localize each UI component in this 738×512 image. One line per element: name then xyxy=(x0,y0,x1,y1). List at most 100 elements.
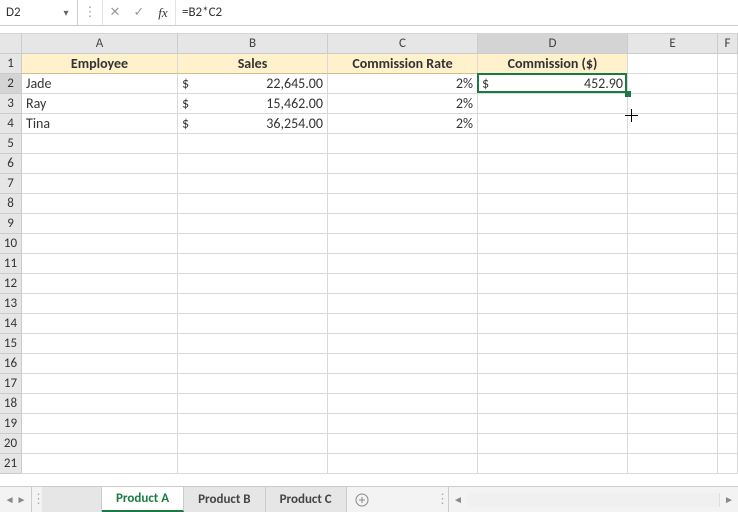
cell-F16[interactable] xyxy=(718,354,738,374)
cell-F9[interactable] xyxy=(718,214,738,234)
cell-E17[interactable] xyxy=(628,374,718,394)
cell-C8[interactable] xyxy=(328,194,478,214)
column-header-B[interactable]: B xyxy=(178,34,328,54)
cell-F21[interactable] xyxy=(718,454,738,474)
cell-C6[interactable] xyxy=(328,154,478,174)
accept-formula-icon[interactable]: ✓ xyxy=(127,0,151,25)
cell-B17[interactable] xyxy=(178,374,328,394)
row-header-15[interactable]: 15 xyxy=(0,334,22,354)
cell-C21[interactable] xyxy=(328,454,478,474)
cell-A13[interactable] xyxy=(22,294,178,314)
cell-D12[interactable] xyxy=(478,274,628,294)
cell-C1[interactable]: Commission Rate xyxy=(328,54,478,74)
cell-F10[interactable] xyxy=(718,234,738,254)
cell-A20[interactable] xyxy=(22,434,178,454)
cell-A7[interactable] xyxy=(22,174,178,194)
cell-D10[interactable] xyxy=(478,234,628,254)
cell-A19[interactable] xyxy=(22,414,178,434)
row-header-20[interactable]: 20 xyxy=(0,434,22,454)
cell-C20[interactable] xyxy=(328,434,478,454)
add-sheet-button[interactable] xyxy=(347,487,377,512)
cell-D17[interactable] xyxy=(478,374,628,394)
cell-F18[interactable] xyxy=(718,394,738,414)
row-header-3[interactable]: 3 xyxy=(0,94,22,114)
name-box[interactable]: D2 ▾ xyxy=(0,0,78,25)
cell-E15[interactable] xyxy=(628,334,718,354)
cell-C12[interactable] xyxy=(328,274,478,294)
cell-B15[interactable] xyxy=(178,334,328,354)
cell-C3[interactable]: 2% xyxy=(328,94,478,114)
cell-C2[interactable]: 2% xyxy=(328,74,478,94)
cell-A8[interactable] xyxy=(22,194,178,214)
cell-E16[interactable] xyxy=(628,354,718,374)
cell-D20[interactable] xyxy=(478,434,628,454)
cell-D3[interactable] xyxy=(478,94,628,114)
cell-B9[interactable] xyxy=(178,214,328,234)
row-header-1[interactable]: 1 xyxy=(0,54,22,74)
cell-F14[interactable] xyxy=(718,314,738,334)
cell-C4[interactable]: 2% xyxy=(328,114,478,134)
cell-E11[interactable] xyxy=(628,254,718,274)
cancel-formula-icon[interactable]: ✕ xyxy=(103,0,127,25)
cell-A16[interactable] xyxy=(22,354,178,374)
cell-E2[interactable] xyxy=(628,74,718,94)
cell-D9[interactable] xyxy=(478,214,628,234)
cell-A6[interactable] xyxy=(22,154,178,174)
row-header-18[interactable]: 18 xyxy=(0,394,22,414)
cell-F6[interactable] xyxy=(718,154,738,174)
formula-input[interactable]: =B2*C2 xyxy=(176,0,738,25)
cell-D16[interactable] xyxy=(478,354,628,374)
cell-D13[interactable] xyxy=(478,294,628,314)
cell-F5[interactable] xyxy=(718,134,738,154)
cell-B16[interactable] xyxy=(178,354,328,374)
row-header-14[interactable]: 14 xyxy=(0,314,22,334)
cell-F1[interactable] xyxy=(718,54,738,74)
cell-E21[interactable] xyxy=(628,454,718,474)
cell-A12[interactable] xyxy=(22,274,178,294)
name-box-dropdown-icon[interactable]: ▾ xyxy=(59,6,73,19)
cell-D18[interactable] xyxy=(478,394,628,414)
cell-D4[interactable] xyxy=(478,114,628,134)
cell-C15[interactable] xyxy=(328,334,478,354)
cell-D11[interactable] xyxy=(478,254,628,274)
row-header-12[interactable]: 12 xyxy=(0,274,22,294)
sheet-tab-product-a[interactable]: Product A xyxy=(102,487,184,512)
cell-F4[interactable] xyxy=(718,114,738,134)
cell-B4[interactable]: $36,254.00 xyxy=(178,114,328,134)
cell-E3[interactable] xyxy=(628,94,718,114)
row-header-7[interactable]: 7 xyxy=(0,174,22,194)
cell-C10[interactable] xyxy=(328,234,478,254)
select-all-corner[interactable] xyxy=(0,34,22,54)
cell-C5[interactable] xyxy=(328,134,478,154)
insert-function-button[interactable]: fx xyxy=(151,0,175,25)
cell-E19[interactable] xyxy=(628,414,718,434)
cell-C19[interactable] xyxy=(328,414,478,434)
cell-B13[interactable] xyxy=(178,294,328,314)
cell-E20[interactable] xyxy=(628,434,718,454)
cell-B5[interactable] xyxy=(178,134,328,154)
cell-C14[interactable] xyxy=(328,314,478,334)
tab-scroll-buttons[interactable]: ◄ ► xyxy=(0,487,32,512)
cell-F20[interactable] xyxy=(718,434,738,454)
tab-menu-icon[interactable]: ⋮ xyxy=(32,492,42,507)
scroll-left-icon[interactable]: ◄ xyxy=(449,493,467,506)
cell-F19[interactable] xyxy=(718,414,738,434)
scroll-right-icon[interactable]: ► xyxy=(720,493,738,506)
cell-D14[interactable] xyxy=(478,314,628,334)
cell-A9[interactable] xyxy=(22,214,178,234)
formula-bar-dots-icon[interactable]: ⋮ xyxy=(78,0,102,25)
cell-F7[interactable] xyxy=(718,174,738,194)
cell-E12[interactable] xyxy=(628,274,718,294)
cell-A2[interactable]: Jade xyxy=(22,74,178,94)
cell-D1[interactable]: Commission ($) xyxy=(478,54,628,74)
cell-A4[interactable]: Tina xyxy=(22,114,178,134)
row-header-2[interactable]: 2 xyxy=(0,74,22,94)
row-header-21[interactable]: 21 xyxy=(0,454,22,474)
row-header-5[interactable]: 5 xyxy=(0,134,22,154)
sheet-tab-product-b[interactable]: Product B xyxy=(184,487,266,512)
column-header-E[interactable]: E xyxy=(628,34,718,54)
cell-E5[interactable] xyxy=(628,134,718,154)
cell-E14[interactable] xyxy=(628,314,718,334)
cell-A14[interactable] xyxy=(22,314,178,334)
cell-C7[interactable] xyxy=(328,174,478,194)
